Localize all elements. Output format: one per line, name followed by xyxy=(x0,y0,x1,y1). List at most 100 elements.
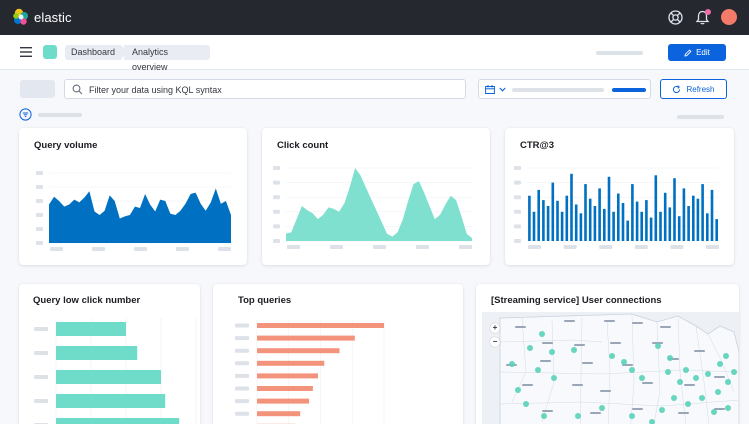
bar xyxy=(677,216,681,241)
bar xyxy=(631,184,634,241)
connection-point xyxy=(685,401,691,407)
zoom-out-button[interactable]: − xyxy=(490,337,500,347)
space-avatar[interactable] xyxy=(43,45,57,59)
city-label xyxy=(515,326,526,328)
x-tick-label xyxy=(706,245,719,249)
city-label xyxy=(660,326,671,328)
category-label xyxy=(235,399,249,404)
top-bar: elastic xyxy=(0,0,749,35)
y-tick-label xyxy=(273,239,280,243)
header-placeholder xyxy=(596,51,643,55)
elastic-logo-icon xyxy=(13,8,28,25)
city-label xyxy=(610,342,621,344)
panel-query-volume: Query volume xyxy=(19,128,247,265)
category-label xyxy=(235,411,249,416)
connection-point xyxy=(515,387,521,393)
query-bar: Refresh xyxy=(0,70,749,108)
refresh-icon xyxy=(673,84,681,93)
bar xyxy=(659,211,662,241)
connection-point xyxy=(731,369,737,375)
edit-button[interactable]: Edit xyxy=(668,44,726,61)
city-label xyxy=(582,362,593,364)
bar xyxy=(612,211,615,241)
city-label xyxy=(632,322,643,324)
panel-title: [Streaming service] User connections xyxy=(491,295,662,306)
user-avatar[interactable] xyxy=(721,9,737,25)
bar xyxy=(598,188,601,241)
bar xyxy=(56,418,180,424)
bar xyxy=(551,182,555,241)
bar xyxy=(56,394,166,408)
x-tick-label xyxy=(459,245,472,249)
elastic-logo[interactable]: elastic xyxy=(12,8,72,26)
category-label xyxy=(235,386,249,391)
refresh-button[interactable]: Refresh xyxy=(660,79,727,99)
dashboard-header: Dashboard Analytics overview Edit xyxy=(0,35,749,72)
category-label xyxy=(235,373,249,378)
series-area xyxy=(286,168,472,241)
bar xyxy=(532,211,536,241)
chevron-down-icon[interactable] xyxy=(499,86,506,93)
bar xyxy=(626,220,629,241)
saved-query-button[interactable] xyxy=(20,80,55,98)
zoom-in-button[interactable]: + xyxy=(490,323,500,333)
bar xyxy=(607,176,611,241)
filter-icon[interactable] xyxy=(19,108,32,121)
bar xyxy=(617,193,620,241)
bar xyxy=(696,198,700,241)
y-tick-label xyxy=(36,241,43,245)
bar xyxy=(593,206,597,241)
breadcrumb-analytics-overview: Analytics overview xyxy=(124,45,210,72)
category-label xyxy=(235,336,249,341)
search-input[interactable] xyxy=(89,83,429,96)
menu-icon[interactable] xyxy=(20,47,32,57)
city-label xyxy=(590,412,601,414)
breadcrumb-dashboard[interactable]: Dashboard xyxy=(65,45,127,60)
bar xyxy=(635,201,639,241)
bar xyxy=(565,195,569,241)
connection-point xyxy=(725,379,731,385)
connection-point xyxy=(629,367,635,373)
calendar-icon[interactable] xyxy=(485,85,495,94)
search-icon xyxy=(72,84,83,95)
date-picker[interactable] xyxy=(478,79,651,99)
bar xyxy=(56,346,138,360)
top-queries-chart xyxy=(235,319,385,424)
category-label xyxy=(34,399,48,403)
connection-point xyxy=(667,355,673,361)
x-tick-label xyxy=(373,245,386,249)
bar xyxy=(56,370,161,384)
connection-point xyxy=(551,375,557,381)
x-tick-label xyxy=(287,245,300,249)
bar xyxy=(692,195,695,241)
filter-placeholder xyxy=(38,113,82,117)
x-tick-label xyxy=(416,245,429,249)
city-label xyxy=(522,384,533,386)
x-tick-label xyxy=(330,245,343,249)
connection-point xyxy=(659,407,665,413)
category-label xyxy=(34,375,48,379)
connection-point xyxy=(665,369,671,375)
help-icon[interactable] xyxy=(667,9,684,26)
connection-point xyxy=(571,347,577,353)
connection-point xyxy=(705,371,711,377)
search-box[interactable] xyxy=(64,79,528,99)
bar xyxy=(570,173,573,241)
connection-point xyxy=(725,405,731,411)
y-tick-label xyxy=(514,166,521,170)
x-tick-label xyxy=(563,245,577,249)
y-tick-label xyxy=(36,185,43,189)
connection-point xyxy=(723,353,729,359)
filter-right-placeholder xyxy=(677,115,724,119)
connection-point xyxy=(683,367,689,373)
category-label xyxy=(34,351,48,355)
map-canvas[interactable] xyxy=(482,312,739,424)
bar xyxy=(668,207,672,241)
bar xyxy=(584,184,587,241)
series-area xyxy=(49,188,231,243)
user-connections-map[interactable]: + − xyxy=(482,312,739,424)
city-label xyxy=(540,360,551,362)
category-label xyxy=(34,327,48,331)
bar xyxy=(542,200,545,241)
connection-point xyxy=(677,379,683,385)
